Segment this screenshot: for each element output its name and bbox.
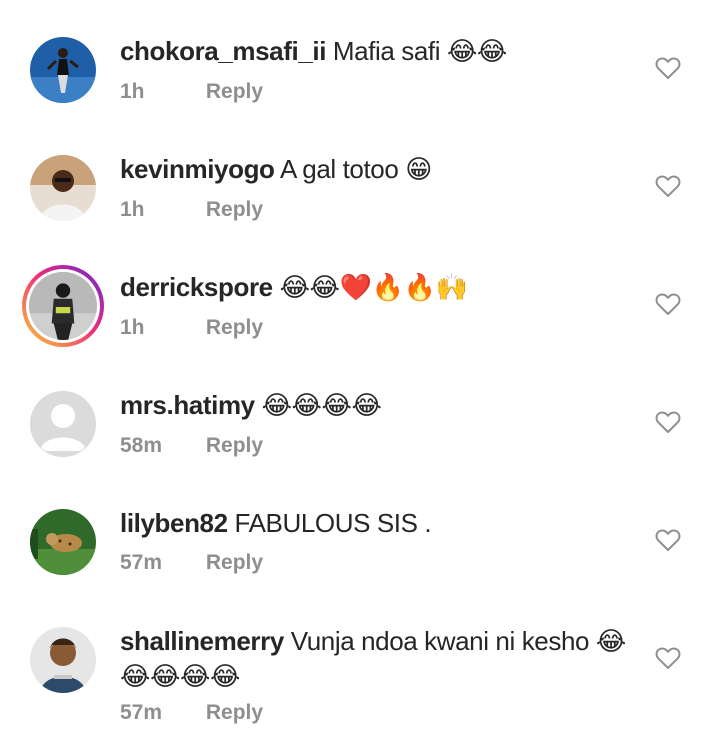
avatar-default[interactable] [30,391,96,457]
avatar-story-ring[interactable] [22,265,104,347]
avatar-image [29,272,97,340]
comment-emoji: 😁 [405,155,432,185]
comment-text: Mafia safi [332,36,441,66]
comment-emoji: 😂😂❤️🔥🔥🙌 [279,273,468,303]
comments-list: chokora_msafi_ii Mafia safi 😂😂 1h Reply [0,0,720,734]
avatar[interactable] [30,627,96,693]
reply-button[interactable]: Reply [206,701,263,724]
comment-emoji: 😂😂 [446,37,507,67]
avatar-image [30,509,96,575]
reply-button[interactable]: Reply [206,551,263,574]
comment-username[interactable]: mrs.hatimy [120,390,255,420]
comment-emoji: 😂😂😂😂 [261,391,382,421]
avatar-image [30,627,96,693]
comment-timestamp: 1h [120,80,145,103]
avatar-image [30,37,96,103]
comment-text: Vunja ndoa kwani ni kesho [290,626,590,656]
avatar[interactable] [30,37,96,103]
comment-text: A gal totoo [279,154,399,184]
like-heart-icon[interactable] [655,56,681,80]
comment-username[interactable]: shallinemerry [120,626,284,656]
comment-username[interactable]: lilyben82 [120,508,228,538]
like-heart-icon[interactable] [655,528,681,552]
comment-timestamp: 1h [120,198,145,221]
comment-timestamp: 57m [120,701,163,724]
comment-timestamp: 57m [120,551,163,574]
avatar[interactable] [30,509,96,575]
comment-emoji: 😂 [595,627,626,657]
comment-username[interactable]: kevinmiyogo [120,154,275,184]
reply-button[interactable]: Reply [206,434,263,457]
avatar-image [30,155,96,221]
comment-username[interactable]: derrickspore [120,272,273,302]
default-profile-icon [30,391,96,457]
avatar[interactable] [30,155,96,221]
comment-username[interactable]: chokora_msafi_ii [120,36,326,66]
comment-emoji-line2: 😂😂😂😂 [120,662,240,692]
like-heart-icon[interactable] [655,174,681,198]
reply-button[interactable]: Reply [206,80,263,103]
reply-button[interactable]: Reply [206,316,263,339]
like-heart-icon[interactable] [655,410,681,434]
like-heart-icon[interactable] [655,292,681,316]
comment-timestamp: 1h [120,316,145,339]
like-heart-icon[interactable] [655,646,681,670]
comment-text: FABULOUS SIS . [234,508,432,538]
reply-button[interactable]: Reply [206,198,263,221]
comment-timestamp: 58m [120,434,163,457]
